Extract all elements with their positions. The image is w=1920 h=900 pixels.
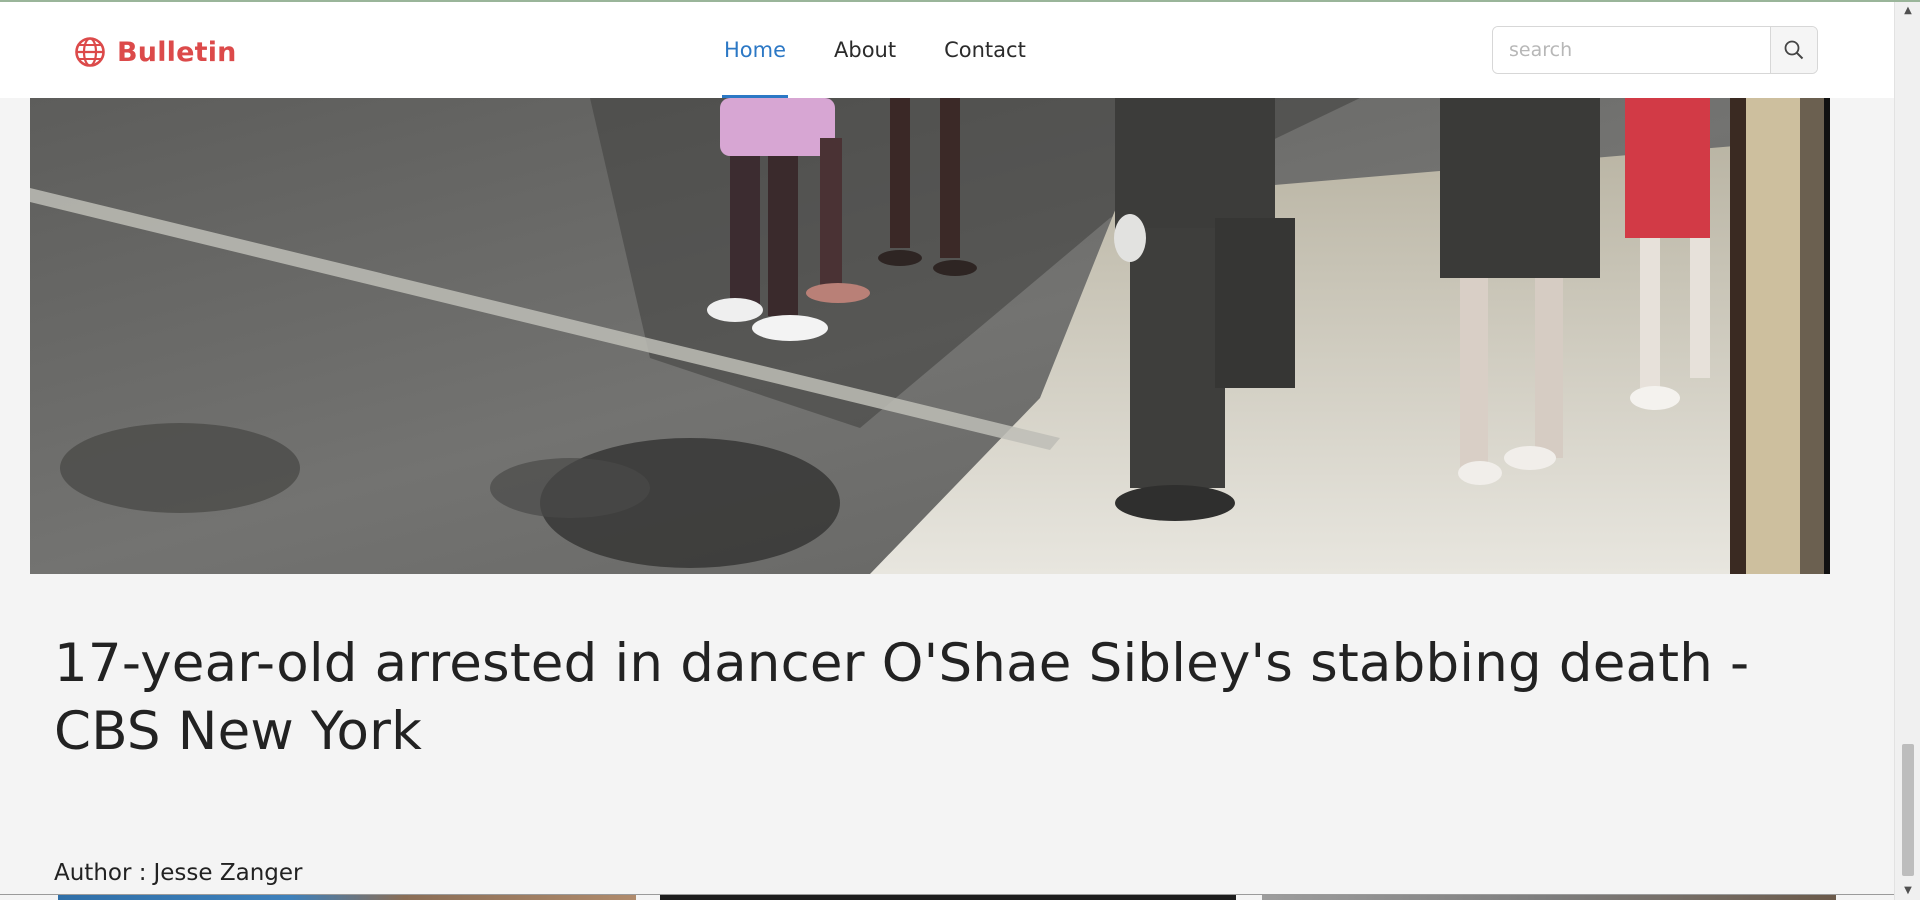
page-scrollbar[interactable]: ▲ ▼ — [1894, 0, 1920, 900]
author-name: Jesse Zanger — [153, 860, 303, 886]
viewport-bottom-rule — [0, 894, 1894, 895]
nav-about-link[interactable]: About — [834, 2, 896, 98]
navbar: Bulletin Home About Contact — [0, 2, 1894, 98]
article-hero-image — [30, 98, 1830, 574]
search-input[interactable] — [1493, 27, 1771, 73]
window-top-border — [0, 0, 1920, 2]
brand-name: Bulletin — [117, 36, 237, 68]
article-author: Author : Jesse Zanger — [54, 860, 303, 886]
nav-home-link[interactable]: Home — [721, 2, 789, 98]
search-button[interactable] — [1770, 27, 1817, 73]
magnifier-icon — [1784, 40, 1804, 60]
nav-contact-link[interactable]: Contact — [944, 2, 1026, 98]
scrollbar-thumb[interactable] — [1902, 744, 1914, 876]
hero-photo — [30, 98, 1830, 574]
author-label: Author : — [54, 860, 147, 886]
triangle-down-icon[interactable]: ▼ — [1895, 880, 1920, 900]
globe-icon — [75, 37, 105, 67]
main-nav: Home About Contact — [700, 2, 1050, 98]
search-form — [1492, 26, 1818, 74]
article-title: 17-year-old arrested in dancer O'Shae Si… — [54, 633, 1750, 762]
brand-logo-link[interactable]: Bulletin — [74, 32, 237, 72]
triangle-up-icon[interactable]: ▲ — [1895, 0, 1920, 20]
